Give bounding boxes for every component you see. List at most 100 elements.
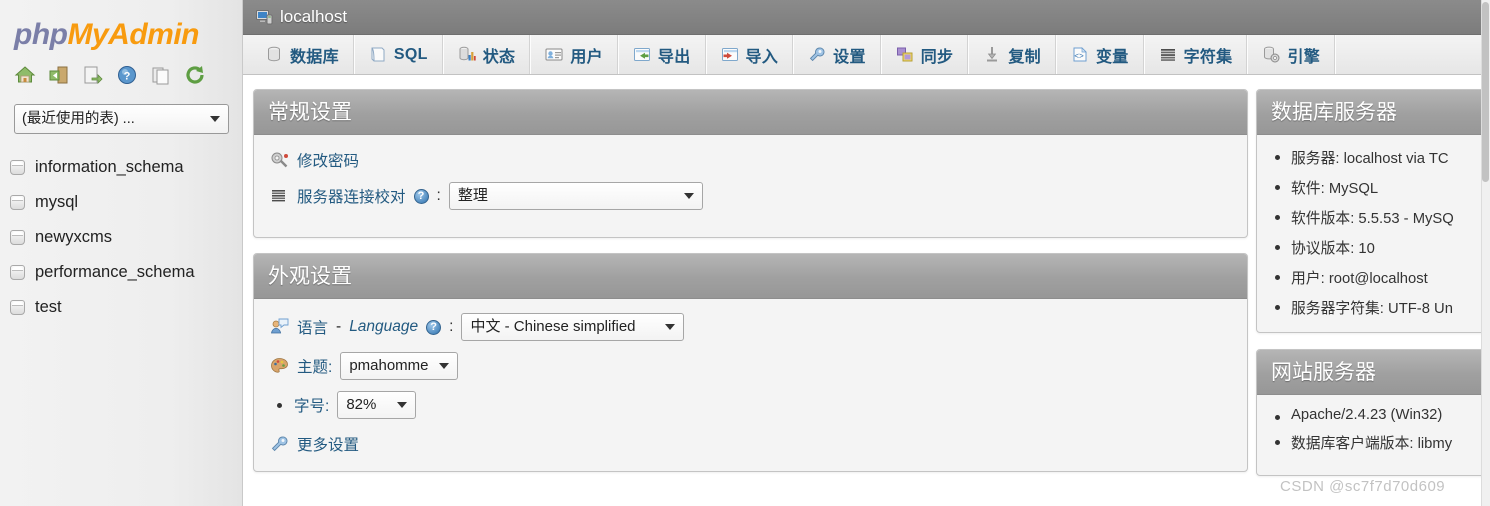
sidebar-icon-bar: ?	[0, 60, 242, 86]
list-item[interactable]: mysql	[0, 185, 242, 220]
list-item[interactable]: test	[0, 290, 242, 325]
more-settings-link[interactable]: 更多设置	[297, 433, 359, 455]
appearance-settings-title: 外观设置	[254, 254, 1247, 299]
language-dash: -	[336, 318, 342, 335]
query-icon[interactable]	[82, 64, 104, 86]
tab-sql[interactable]: SQL	[353, 35, 443, 74]
tab-label: SQL	[393, 45, 428, 63]
chevron-down-icon	[439, 363, 450, 369]
tab-sync[interactable]: 同步	[880, 35, 969, 74]
list-item: 用户: root@localhost	[1267, 267, 1490, 288]
phpmyadmin-logo[interactable]: phpMyAdmin	[0, 0, 242, 60]
users-icon	[545, 46, 563, 63]
language-select[interactable]: 中文 - Chinese simplified	[461, 313, 685, 341]
web-server-body: Apache/2.4.23 (Win32) 数据库客户端版本: libmy	[1257, 395, 1490, 475]
change-password-link[interactable]: 修改密码	[297, 149, 359, 171]
vertical-scrollbar[interactable]	[1481, 0, 1490, 506]
general-settings-panel: 常规设置 修改密码 服务器连接校对 ?: 整理	[253, 89, 1248, 238]
chevron-down-icon	[683, 193, 694, 199]
database-name: information_schema	[35, 158, 184, 176]
home-icon[interactable]	[14, 64, 36, 86]
list-item: 软件版本: 5.5.53 - MySQ	[1267, 207, 1490, 228]
database-name: mysql	[35, 193, 79, 211]
list-item: 协议版本: 10	[1267, 237, 1490, 258]
appearance-settings-panel: 外观设置 语言 - Language ?: 中文 - Chinese simp…	[253, 253, 1248, 472]
replication-icon	[983, 46, 1001, 63]
tab-settings[interactable]: 设置	[793, 35, 881, 74]
server-collation-select[interactable]: 整理	[448, 182, 703, 210]
tab-charset[interactable]: 字符集	[1143, 35, 1248, 74]
charset-icon	[1159, 46, 1177, 63]
tab-bar-filler	[1335, 35, 1490, 74]
bullet-icon	[277, 402, 282, 408]
list-item: 服务器: localhost via TC	[1267, 147, 1490, 168]
list-item[interactable]: performance_schema	[0, 255, 242, 290]
settings-wrench-icon	[270, 435, 289, 453]
settings-column: 常规设置 修改密码 服务器连接校对 ?: 整理 外观设置 语言 - Langu…	[253, 89, 1248, 472]
tab-users[interactable]: 用户	[530, 35, 618, 74]
tab-label: 导入	[745, 48, 779, 66]
import-icon	[721, 46, 739, 63]
theme-row: 主题: pmahomme	[270, 352, 1231, 380]
database-icon	[10, 265, 25, 280]
server-collation-label: 服务器连接校对	[297, 189, 406, 206]
web-server-list: Apache/2.4.23 (Win32) 数据库客户端版本: libmy	[1267, 407, 1490, 453]
list-item: 软件: MySQL	[1267, 177, 1490, 198]
database-server-list: 服务器: localhost via TC 软件: MySQL 软件版本: 5.…	[1267, 147, 1490, 318]
tab-label: 状态	[482, 48, 516, 66]
list-item: 数据库客户端版本: libmy	[1267, 432, 1490, 453]
tab-label: 变量	[1095, 48, 1129, 66]
chevron-down-icon	[665, 324, 676, 330]
help-icon[interactable]: ?	[413, 188, 429, 204]
theme-label: 主题:	[297, 359, 333, 376]
server-collation-value: 整理	[457, 187, 488, 204]
main-area: localhost 数据库 SQL 状态 用户 导出 导入 设置 同步 复制 <…	[243, 0, 1490, 506]
export-icon	[633, 46, 651, 63]
tab-label: 同步	[920, 48, 954, 66]
recent-tables-value: (最近使用的表) ...	[22, 111, 135, 127]
help-icon[interactable]: ?	[426, 319, 442, 335]
more-settings-row[interactable]: 更多设置	[270, 433, 1231, 455]
language-value: 中文 - Chinese simplified	[470, 318, 636, 335]
help-icon[interactable]: ?	[116, 64, 138, 86]
sql-icon	[369, 46, 387, 63]
recent-tables-select[interactable]: (最近使用的表) ...	[14, 104, 229, 134]
theme-select[interactable]: pmahomme	[340, 352, 459, 380]
charset-lines-icon	[270, 187, 289, 205]
server-title-bar: localhost	[243, 0, 1490, 35]
logout-icon[interactable]	[48, 64, 70, 86]
database-icon	[265, 46, 283, 63]
change-password-row[interactable]: 修改密码	[270, 149, 1231, 171]
list-item: Apache/2.4.23 (Win32)	[1267, 407, 1490, 423]
tab-import[interactable]: 导入	[705, 35, 794, 74]
chevron-down-icon	[397, 402, 408, 408]
svg-text:<>: <>	[1074, 53, 1084, 62]
database-server-body: 服务器: localhost via TC 软件: MySQL 软件版本: 5.…	[1257, 135, 1490, 332]
tab-databases[interactable]: 数据库	[251, 35, 354, 74]
variables-icon: <>	[1071, 46, 1089, 63]
tab-export[interactable]: 导出	[617, 35, 706, 74]
database-name: newyxcms	[35, 228, 113, 246]
tab-replication[interactable]: 复制	[968, 35, 1056, 74]
database-icon	[10, 195, 25, 210]
reload-icon[interactable]	[184, 64, 206, 86]
sync-icon	[896, 46, 914, 63]
scrollbar-thumb[interactable]	[1482, 2, 1489, 182]
fontsize-select[interactable]: 82%	[337, 391, 417, 419]
list-item[interactable]: information_schema	[0, 150, 242, 185]
language-row: 语言 - Language ? : 中文 - Chinese simplifie…	[270, 313, 1231, 341]
list-item[interactable]: newyxcms	[0, 220, 242, 255]
tab-label: 用户	[570, 48, 603, 66]
engines-icon	[1262, 46, 1280, 63]
docs-icon[interactable]	[150, 64, 172, 86]
database-list: information_schema mysql newyxcms perfor…	[0, 134, 242, 325]
tab-variables[interactable]: <> 变量	[1055, 35, 1144, 74]
database-icon	[10, 300, 25, 315]
tab-label: 字符集	[1183, 48, 1233, 66]
tab-status[interactable]: 状态	[442, 35, 531, 74]
tab-engines[interactable]: 引擎	[1247, 35, 1336, 74]
server-collation-row: 服务器连接校对 ? : 整理	[270, 182, 1231, 210]
database-icon	[10, 230, 25, 245]
appearance-settings-body: 语言 - Language ? : 中文 - Chinese simplifie…	[254, 299, 1247, 471]
sidebar: phpMyAdmin ? (最近使用的表) ... information_sc…	[0, 0, 243, 506]
